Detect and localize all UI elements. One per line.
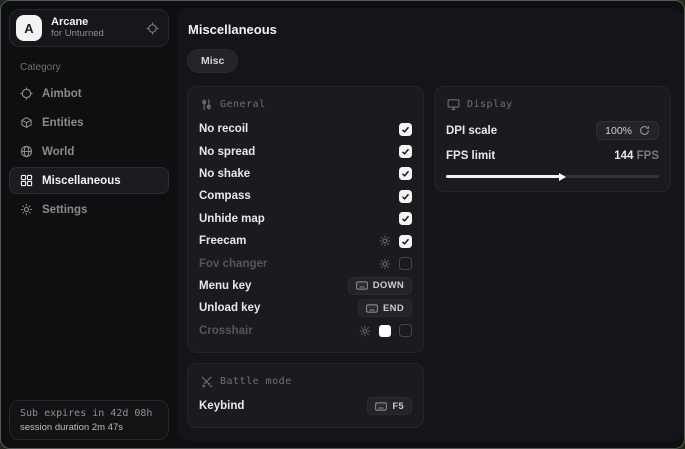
sidebar-item-entities[interactable]: Entities [9, 109, 169, 136]
sidebar-item-label: World [42, 146, 74, 158]
content-area: General No recoil No spread No shake [187, 86, 671, 428]
sidebar-item-settings[interactable]: Settings [9, 196, 169, 223]
sidebar-item-aimbot[interactable]: Aimbot [9, 80, 169, 107]
display-card: Display DPI scale 100% FPS limit [434, 86, 671, 192]
swords-icon [200, 375, 213, 388]
battle-mode-card: Battle mode Keybind F5 [187, 363, 424, 428]
app-title-block: Arcane for Unturned [51, 16, 137, 40]
no-recoil-checkbox[interactable] [399, 123, 412, 136]
dpi-scale-control[interactable]: 100% [596, 121, 659, 140]
category-label: Category [20, 62, 169, 73]
monitor-icon [447, 98, 460, 111]
row-menu-key: Menu key DOWN [199, 275, 412, 297]
right-column: Display DPI scale 100% FPS limit [434, 86, 671, 428]
fps-limit-slider[interactable] [446, 172, 659, 181]
subscription-card: Sub expires in 42d 08h session duration … [9, 400, 169, 440]
target-icon[interactable] [146, 22, 159, 35]
crosshair-icon [20, 87, 33, 100]
fov-changer-settings-gear-icon[interactable] [379, 258, 391, 270]
app-window: A Arcane for Unturned Category Aimbot [0, 0, 685, 449]
sidebar: A Arcane for Unturned Category Aimbot [1, 1, 177, 448]
freecam-settings-gear-icon[interactable] [379, 235, 391, 247]
page-title: Miscellaneous [188, 22, 671, 37]
general-card: General No recoil No spread No shake [187, 86, 424, 353]
cube-icon [20, 116, 33, 129]
row-dpi-scale: DPI scale 100% [446, 118, 659, 143]
menu-key-bind-button[interactable]: DOWN [348, 277, 412, 295]
app-logo: A [16, 15, 42, 41]
general-card-title: General [220, 99, 266, 110]
sidebar-item-world[interactable]: World [9, 138, 169, 165]
sidebar-item-label: Settings [42, 204, 87, 216]
compass-checkbox[interactable] [399, 190, 412, 203]
crosshair-color-swatch[interactable] [379, 325, 391, 337]
grid-icon [20, 174, 33, 187]
unhide-map-checkbox[interactable] [399, 212, 412, 225]
app-name: Arcane [51, 16, 137, 29]
slider-thumb[interactable] [559, 173, 566, 181]
freecam-checkbox[interactable] [399, 235, 412, 248]
row-fov-changer: Fov changer [199, 252, 412, 274]
sidebar-item-label: Aimbot [42, 88, 82, 100]
no-shake-checkbox[interactable] [399, 167, 412, 180]
reset-icon[interactable] [639, 125, 650, 136]
row-freecam: Freecam [199, 230, 412, 252]
globe-icon [20, 145, 33, 158]
keyboard-icon [366, 304, 378, 313]
sub-expiry-text: Sub expires in 42d 08h [20, 408, 158, 419]
battle-mode-card-header: Battle mode [200, 375, 412, 388]
no-spread-checkbox[interactable] [399, 145, 412, 158]
general-card-header: General [200, 98, 412, 111]
sidebar-nav: Aimbot Entities World Miscellaneous [9, 80, 169, 223]
slider-fill [446, 175, 561, 178]
app-header-card: A Arcane for Unturned [9, 9, 169, 47]
keyboard-icon [375, 402, 387, 411]
unload-key-bind-button[interactable]: END [358, 299, 412, 317]
battle-keybind-button[interactable]: F5 [367, 397, 412, 415]
sidebar-item-label: Entities [42, 117, 84, 129]
row-crosshair: Crosshair [199, 320, 412, 342]
app-subtitle: for Unturned [51, 29, 137, 40]
battle-mode-card-title: Battle mode [220, 376, 292, 387]
crosshair-settings-gear-icon[interactable] [359, 325, 371, 337]
display-card-header: Display [447, 98, 659, 111]
sidebar-item-miscellaneous[interactable]: Miscellaneous [9, 167, 169, 194]
sidebar-item-label: Miscellaneous [42, 175, 121, 187]
tab-bar: Misc [187, 49, 671, 73]
row-keybind: Keybind F5 [199, 395, 412, 417]
fps-limit-value: 144 FPS [614, 150, 659, 162]
row-fps-limit: FPS limit 144 FPS [446, 143, 659, 168]
row-compass: Compass [199, 185, 412, 207]
main-panel: Miscellaneous Misc General No recoil [177, 8, 684, 441]
session-duration-text: session duration 2m 47s [20, 422, 158, 433]
row-no-spread: No spread [199, 140, 412, 162]
row-no-shake: No shake [199, 163, 412, 185]
app-logo-letter: A [24, 21, 33, 36]
tab-misc[interactable]: Misc [187, 49, 238, 73]
fov-changer-checkbox[interactable] [399, 257, 412, 270]
crosshair-checkbox[interactable] [399, 324, 412, 337]
dpi-scale-value: 100% [605, 125, 632, 137]
row-no-recoil: No recoil [199, 118, 412, 140]
row-unload-key: Unload key END [199, 297, 412, 319]
row-unhide-map: Unhide map [199, 208, 412, 230]
left-column: General No recoil No spread No shake [187, 86, 424, 428]
display-card-title: Display [467, 99, 513, 110]
keyboard-icon [356, 281, 368, 290]
gear-icon [20, 203, 33, 216]
sliders-icon [200, 98, 213, 111]
